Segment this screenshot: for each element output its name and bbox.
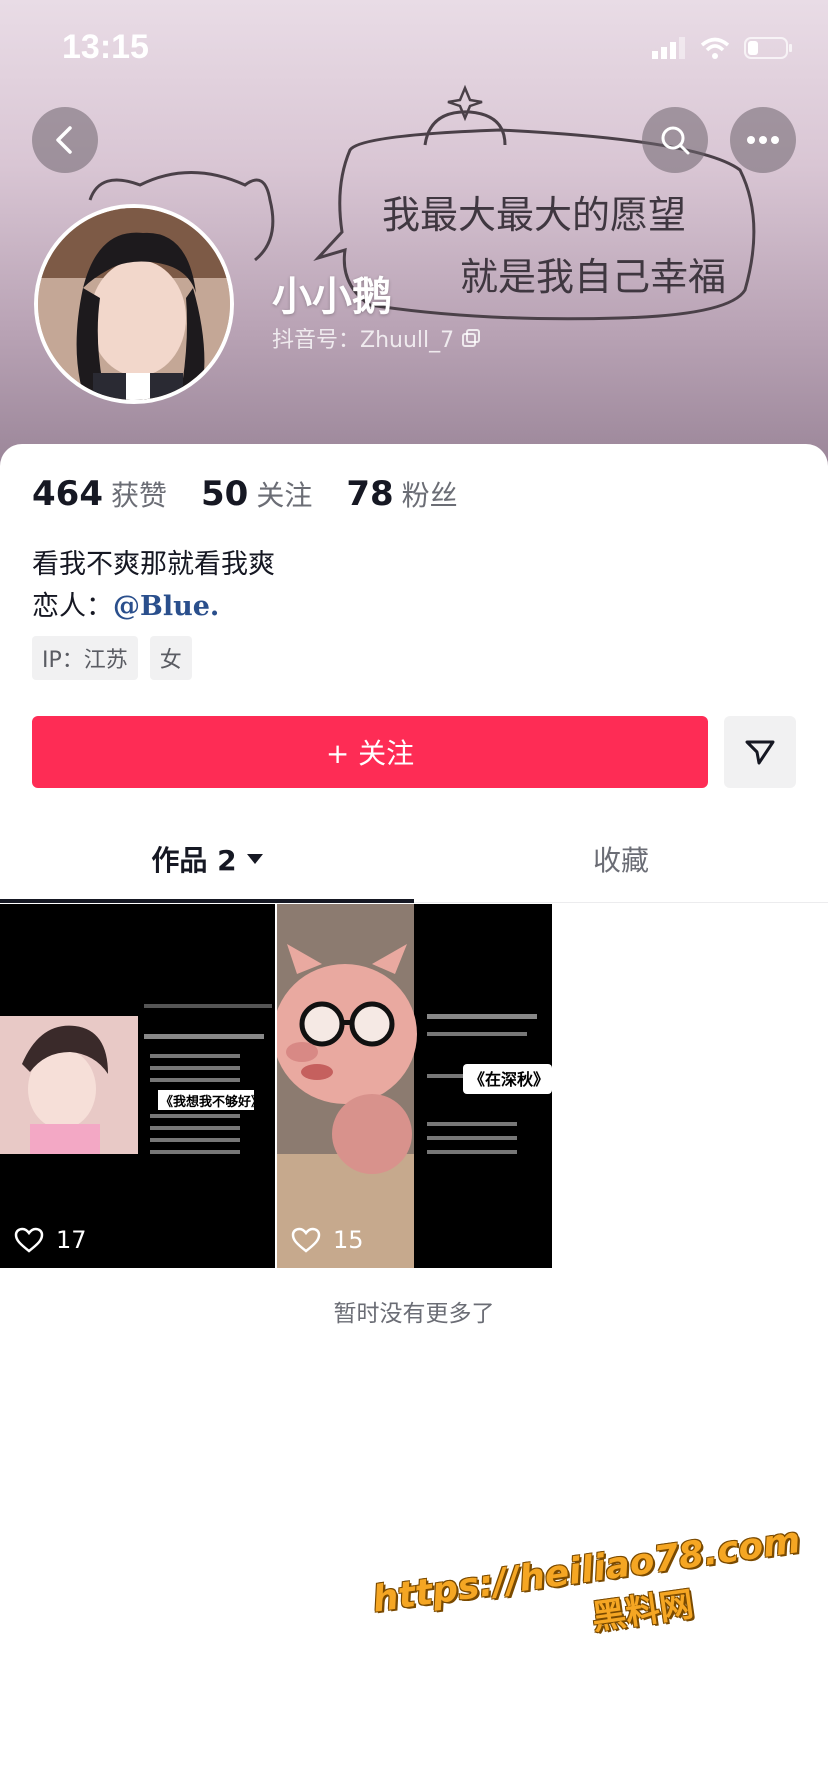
copy-icon[interactable] bbox=[462, 329, 481, 347]
video-likes: 17 bbox=[14, 1226, 87, 1254]
wifi-icon bbox=[700, 37, 730, 59]
video-overlay-title: 《我想我不够好》 bbox=[160, 1094, 264, 1110]
stat-likes[interactable]: 464 获赞 bbox=[32, 474, 167, 514]
stat-following-num: 50 bbox=[201, 474, 249, 514]
tab-works-label: 作品 2 bbox=[151, 844, 237, 877]
status-time: 13:15 bbox=[62, 28, 149, 66]
follow-button[interactable]: + 关注 bbox=[32, 716, 708, 788]
video-thumbnail[interactable]: 《我想我不够好》 17 bbox=[0, 904, 275, 1268]
tab-active-indicator bbox=[0, 899, 414, 903]
video-likes: 15 bbox=[291, 1226, 364, 1254]
tab-works[interactable]: 作品 2 bbox=[0, 816, 414, 903]
stat-likes-label: 获赞 bbox=[110, 479, 167, 512]
heart-icon bbox=[291, 1227, 321, 1253]
bio-lover-prefix: 恋人： bbox=[32, 591, 113, 622]
stat-likes-num: 464 bbox=[32, 474, 103, 514]
video-likes-count: 17 bbox=[56, 1226, 87, 1254]
more-button[interactable] bbox=[730, 107, 796, 173]
message-button[interactable] bbox=[724, 716, 796, 788]
bio: 看我不爽那就看我爽 恋人：@Blue. bbox=[32, 544, 275, 628]
video-grid: 《我想我不够好》 17 《在深秋》 15 bbox=[0, 904, 828, 1268]
douyin-id: 抖音号：Zhuull_7 bbox=[272, 322, 481, 354]
profile-banner: 我最大最大的愿望 就是我自己幸福 13:15 小小鹅 抖音号：Zhuull_7 bbox=[0, 0, 828, 470]
banner-text-line1: 我最大最大的愿望 bbox=[382, 193, 686, 237]
banner-text-line2: 就是我自己幸福 bbox=[460, 255, 726, 299]
stat-followers-num: 78 bbox=[346, 474, 394, 514]
video-thumbnail[interactable]: 《在深秋》 15 bbox=[277, 904, 552, 1268]
avatar-photo bbox=[38, 208, 230, 400]
bio-lover: 恋人：@Blue. bbox=[32, 586, 275, 628]
lover-mention-link[interactable]: @Blue. bbox=[113, 591, 219, 622]
search-icon bbox=[661, 126, 690, 155]
stat-following-label: 关注 bbox=[256, 479, 313, 512]
stat-followers-label: 粉丝 bbox=[401, 479, 458, 512]
stat-followers[interactable]: 78 粉丝 bbox=[346, 474, 457, 514]
tab-favorites[interactable]: 收藏 bbox=[414, 816, 828, 902]
back-button[interactable] bbox=[32, 107, 98, 173]
video-thumbnail-image: 《在深秋》 bbox=[277, 904, 552, 1268]
stats-row: 464 获赞 50 关注 78 粉丝 bbox=[32, 474, 458, 514]
bio-line: 看我不爽那就看我爽 bbox=[32, 549, 275, 580]
content-tabs: 作品 2 收藏 bbox=[0, 816, 828, 903]
battery-icon bbox=[744, 37, 792, 59]
video-likes-count: 15 bbox=[333, 1226, 364, 1254]
tag-ip-location: IP：江苏 bbox=[32, 636, 138, 680]
video-thumbnail-image: 《我想我不够好》 bbox=[0, 904, 275, 1268]
caret-down-icon bbox=[246, 854, 263, 864]
video-overlay-title: 《在深秋》 bbox=[469, 1070, 549, 1089]
heart-icon bbox=[14, 1227, 44, 1253]
chevron-left-icon bbox=[56, 126, 72, 154]
more-dots-icon bbox=[747, 136, 779, 144]
send-icon bbox=[745, 740, 775, 765]
follow-button-label: + 关注 bbox=[325, 737, 415, 770]
stat-following[interactable]: 50 关注 bbox=[201, 474, 312, 514]
tag-gender: 女 bbox=[149, 636, 192, 680]
status-bar: 13:15 bbox=[0, 0, 828, 100]
tab-favorites-label: 收藏 bbox=[592, 844, 649, 877]
profile-tags: IP：江苏 女 bbox=[32, 636, 192, 680]
signal-icon bbox=[652, 37, 685, 59]
nickname: 小小鹅 bbox=[272, 274, 392, 320]
douyin-id-text: 抖音号：Zhuull_7 bbox=[272, 328, 455, 353]
search-button[interactable] bbox=[642, 107, 708, 173]
no-more-text: 暂时没有更多了 bbox=[333, 1301, 495, 1327]
avatar[interactable] bbox=[34, 204, 234, 404]
